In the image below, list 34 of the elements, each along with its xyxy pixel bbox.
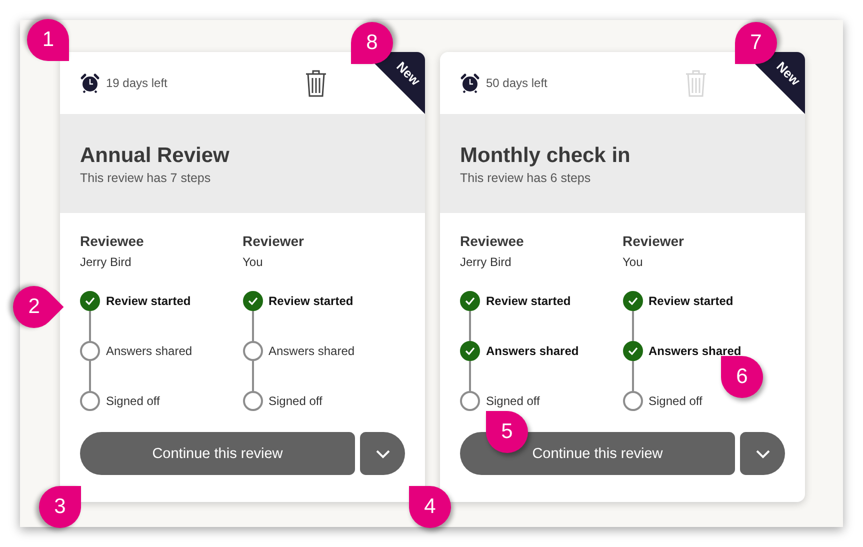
dropdown-button[interactable]: [360, 432, 405, 475]
step-label: Answers shared: [486, 344, 579, 358]
column-heading: Reviewer: [622, 233, 685, 249]
person-name: You: [242, 255, 264, 269]
step-label: Review started: [268, 294, 354, 308]
alarm-clock-icon: [80, 73, 100, 93]
step-label: Review started: [486, 294, 571, 308]
continue-button[interactable]: Continue this review: [80, 432, 355, 475]
step-label: Answers shared: [648, 344, 742, 358]
chevron-down-icon: [754, 448, 770, 458]
step-label: Signed off: [268, 394, 322, 408]
step-label: Review started: [106, 294, 191, 308]
column-heading: Reviewee: [80, 233, 145, 249]
days-left-text: 50 days left: [486, 76, 548, 90]
person-name: You: [622, 255, 644, 269]
chevron-down-icon: [374, 448, 390, 458]
review-title: Annual Review: [80, 144, 230, 168]
dropdown-button[interactable]: [740, 432, 785, 475]
column-heading: Reviewee: [460, 233, 525, 249]
alarm-clock-icon: [460, 73, 480, 93]
step-label: Signed off: [486, 394, 540, 408]
step-label: Signed off: [648, 394, 702, 408]
person-name: Jerry Bird: [80, 255, 132, 269]
step-label: Answers shared: [268, 344, 355, 358]
trash-icon[interactable]: [305, 69, 327, 97]
step-label: Review started: [648, 294, 734, 308]
column-heading: Reviewer: [242, 233, 305, 249]
days-left-text: 19 days left: [106, 76, 168, 90]
review-title: Monthly check in: [460, 144, 632, 168]
steps-count-text: This review has 7 steps: [80, 171, 212, 185]
step-label: Signed off: [106, 394, 160, 408]
step-label: Answers shared: [106, 344, 192, 358]
steps-count-text: This review has 6 steps: [460, 171, 592, 185]
person-name: Jerry Bird: [460, 255, 512, 269]
